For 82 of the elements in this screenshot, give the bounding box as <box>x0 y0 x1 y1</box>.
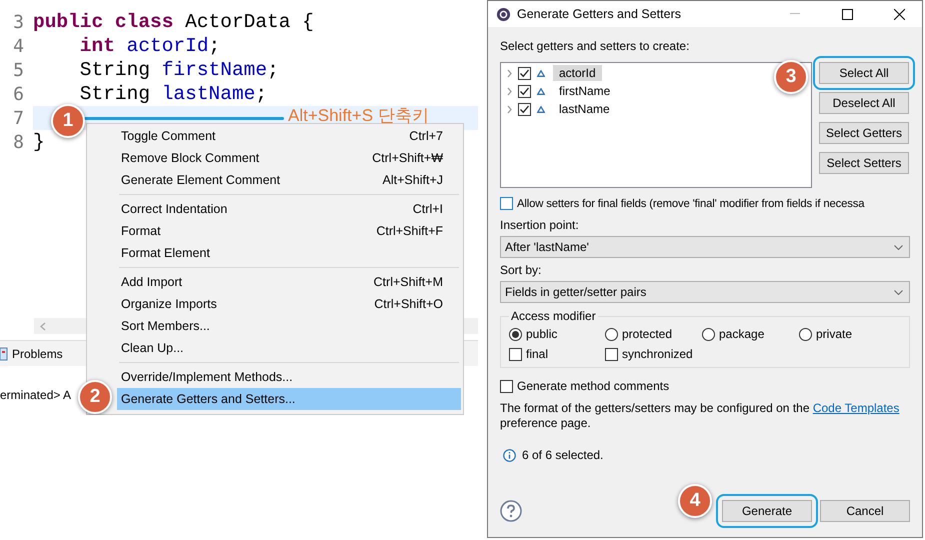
checkbox-label: synchronized <box>622 347 693 361</box>
radio-button[interactable] <box>799 328 812 340</box>
code-line: public class ActorData { <box>33 11 314 33</box>
check-icon <box>519 104 530 114</box>
info-icon <box>503 448 516 462</box>
menu-item[interactable]: Organize Imports Ctrl+Shift+O <box>117 293 461 315</box>
radio-label: package <box>719 327 764 341</box>
check-icon <box>519 68 530 78</box>
checkbox-label: final <box>526 347 548 361</box>
menu-item[interactable]: Sort Members... <box>117 315 461 337</box>
code-line: } <box>33 131 45 153</box>
line-number: 4 <box>12 36 25 56</box>
panel-tab[interactable]: Problems <box>12 346 63 360</box>
menu-item[interactable]: Remove Block Comment Ctrl+Shift+₩ <box>117 147 461 169</box>
checkbox[interactable] <box>518 66 531 80</box>
step-badge: 4 <box>678 484 712 518</box>
checkbox-label: Allow setters for final fields (remove 'final' modifier from fields if necessa <box>517 198 864 210</box>
triangle-icon <box>537 106 545 112</box>
line-number: 6 <box>12 84 25 104</box>
menu-item[interactable]: Add Import Ctrl+Shift+M <box>117 271 461 293</box>
maximize-icon <box>842 8 852 20</box>
group-title: Access modifier <box>510 309 597 323</box>
radio-button[interactable] <box>605 328 618 340</box>
side-button[interactable]: Select Setters <box>819 152 909 174</box>
menu-item[interactable]: Format Ctrl+Shift+F <box>117 220 461 242</box>
menu-item[interactable]: Toggle Comment Ctrl+7 <box>117 125 461 147</box>
checkbox[interactable] <box>509 348 522 360</box>
minimize-icon <box>790 13 800 15</box>
chevron-down-icon <box>894 290 903 294</box>
help-icon[interactable] <box>500 500 522 522</box>
code-line: String lastName; <box>78 83 268 105</box>
problems-icon <box>0 346 8 360</box>
console-text: erminated> A <box>0 388 72 402</box>
field-label: Insertion point: <box>500 218 579 232</box>
code-line: String firstName; <box>78 59 279 81</box>
menu-item[interactable]: Correct Indentation Ctrl+I <box>117 198 461 220</box>
side-button[interactable]: Select All <box>819 62 909 84</box>
menu-item[interactable]: Clean Up... <box>117 337 461 359</box>
radio-label: protected <box>622 327 672 341</box>
field-label: Sort by: <box>500 263 542 277</box>
window-title: Generate Getters and Setters <box>517 7 682 21</box>
line-number: 8 <box>12 132 25 152</box>
menu-item[interactable]: Format Element <box>117 242 461 264</box>
checkbox[interactable] <box>500 380 513 392</box>
line-number: 7 <box>12 108 25 128</box>
insertion-dropdown[interactable]: After 'lastName' <box>500 236 910 258</box>
menu-item[interactable]: Override/Implement Methods... <box>117 366 461 388</box>
chevron-down-icon <box>894 244 903 250</box>
code-line: int actorId; <box>78 35 220 57</box>
radio-button[interactable] <box>509 328 522 340</box>
dialog-button[interactable]: Cancel <box>820 500 910 522</box>
radio-dot-icon <box>512 330 519 338</box>
tree-item[interactable]: lastName <box>553 101 616 117</box>
radio-label: public <box>526 327 558 341</box>
shortcut-note: Alt+Shift+S 단축키 <box>288 105 429 127</box>
status-text: 6 of 6 selected. <box>522 448 604 462</box>
radio-button[interactable] <box>702 328 715 340</box>
triangle-icon <box>537 70 545 76</box>
dialog-button[interactable]: Generate <box>722 500 812 522</box>
line-number: 5 <box>12 60 25 80</box>
close-icon <box>894 8 904 20</box>
radio-label: private <box>816 327 852 341</box>
tree-item[interactable]: actorId <box>553 65 602 81</box>
step-badge: 2 <box>78 380 112 414</box>
prompt-label: Select getters and setters to create: <box>500 39 690 53</box>
info-text: The format of the getters/setters may be configured on the Code Templates preference page. <box>500 401 900 431</box>
check-icon <box>519 86 530 96</box>
chevron-left-icon <box>40 322 46 330</box>
side-button[interactable]: Deselect All <box>819 92 909 114</box>
checkbox[interactable] <box>518 84 531 98</box>
tree-item[interactable]: firstName <box>553 83 616 99</box>
side-button[interactable]: Select Getters <box>819 122 909 144</box>
sort-dropdown[interactable]: Fields in getter/setter pairs <box>500 281 910 303</box>
templates-link[interactable]: Code Templates <box>812 401 900 415</box>
menu-item[interactable]: Generate Getters and Setters... <box>117 388 461 410</box>
line-number: 3 <box>12 12 25 32</box>
checkbox-label: Generate method comments <box>517 379 670 393</box>
checkbox[interactable] <box>500 197 513 210</box>
checkbox[interactable] <box>605 348 618 360</box>
checkbox[interactable] <box>518 102 531 116</box>
triangle-icon <box>537 88 545 94</box>
menu-item[interactable]: Generate Element Comment Alt+Shift+J <box>117 169 461 191</box>
